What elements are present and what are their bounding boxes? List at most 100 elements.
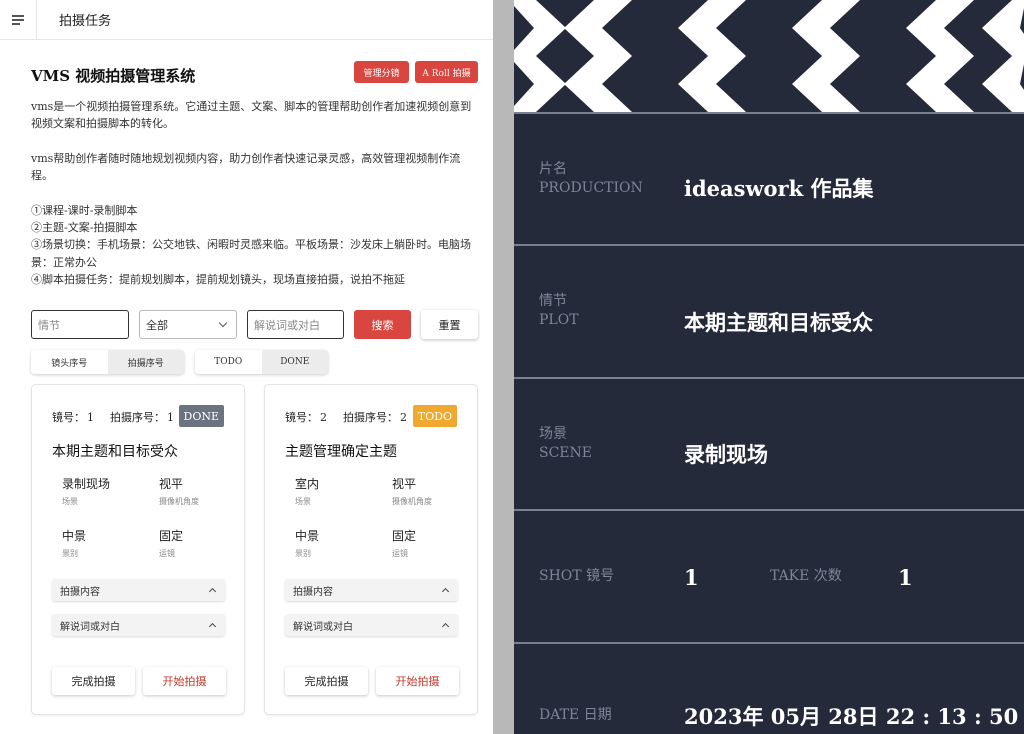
accordion-label: 解说词或对白 [293, 621, 353, 633]
shot-number: 1 [87, 411, 94, 424]
plot-label: 情节 PLOT [539, 292, 579, 330]
shot-size-field: 中景 景别 [295, 527, 375, 559]
slate-divider [514, 642, 1024, 644]
status-select[interactable]: 全部 [139, 310, 237, 339]
shot-label: SHOT 镜号 [539, 568, 615, 584]
system-description: vms是一个视频拍摄管理系统。它通过主题、文案、脚本的管理帮助创作者加速视频创意… [31, 98, 479, 289]
description-list-item: ①课程-课时-录制脚本 [31, 203, 138, 217]
shooting-order: 1 [167, 411, 174, 424]
camera-angle-label: 摄像机角度 [392, 497, 432, 506]
plot-filter-input[interactable]: 情节 [31, 310, 129, 339]
camera-move-value: 固定 [159, 529, 184, 543]
chevron-up-icon [208, 622, 217, 631]
scene-field: 录制现场 场景 [62, 475, 142, 507]
slate-divider [514, 509, 1024, 511]
slate-divider [514, 112, 1024, 114]
narration-filter-input[interactable]: 解说词或对白 [247, 310, 344, 339]
accordion-label: 解说词或对白 [60, 621, 120, 633]
shooting-order-label: 拍摄序号： [110, 411, 165, 424]
scene-field: 室内 场景 [295, 475, 375, 507]
plot-value: 本期主题和目标受众 [684, 310, 873, 335]
shot-size-label: 景别 [62, 549, 78, 558]
description-list-item: ④脚本拍摄任务：提前规划脚本，提前规划镜头，现场直接拍摄，说拍不拖延 [31, 273, 405, 287]
app-title: VMS 视频拍摄管理系统 [31, 67, 196, 85]
search-button[interactable]: 搜索 [354, 310, 411, 339]
chevron-up-icon [441, 622, 450, 631]
camera-angle-field: 视平 摄像机角度 [392, 475, 472, 507]
start-shoot-button[interactable]: 开始拍摄 [376, 667, 459, 695]
panel-divider[interactable] [493, 0, 514, 734]
narration-accordion[interactable]: 解说词或对白 [285, 614, 458, 636]
status-badge: DONE [178, 405, 224, 427]
take-value: 1 [898, 565, 913, 590]
scene-value: 室内 [295, 477, 320, 491]
chevron-up-icon [208, 587, 217, 596]
sort-by-shot-number[interactable]: 镜头序号 [31, 350, 108, 374]
shot-title: 本期主题和目标受众 [52, 444, 178, 460]
status-select-value: 全部 [146, 318, 168, 332]
camera-angle-label: 摄像机角度 [159, 497, 199, 506]
main-content: VMS 视频拍摄管理系统 管理分镜 A Roll 拍摄 vms是一个视频拍摄管理… [31, 40, 479, 715]
complete-shoot-button[interactable]: 完成拍摄 [52, 667, 135, 695]
scene-label-cn: 场景 [539, 426, 567, 442]
top-bar: 拍摄任务 [0, 0, 493, 40]
slate-divider [514, 377, 1024, 379]
description-paragraph: vms是一个视频拍摄管理系统。它通过主题、文案、脚本的管理帮助创作者加速视频创意… [31, 100, 472, 131]
menu-toggle-button[interactable] [0, 0, 37, 40]
camera-angle-field: 视平 摄像机角度 [159, 475, 239, 507]
scene-label: 场景 [295, 497, 311, 506]
shot-number: 2 [320, 411, 327, 424]
camera-angle-value: 视平 [392, 477, 417, 491]
shot-content-accordion[interactable]: 拍摄内容 [52, 579, 225, 601]
status-done-tab[interactable]: DONE [261, 350, 328, 374]
plot-label-en: PLOT [539, 312, 579, 328]
scene-value: 录制现场 [62, 477, 111, 491]
production-label: 片名 PRODUCTION [539, 160, 643, 198]
shot-size-label: 景别 [295, 549, 311, 558]
description-paragraph: vms帮助创作者随时随地规划视频内容，助力创作者快速记录灵感，高效管理视频制作流… [31, 151, 461, 183]
scene-value: 录制现场 [684, 442, 768, 467]
scene-label: 场景 SCENE [539, 425, 592, 463]
a-roll-shoot-button[interactable]: A Roll 拍摄 [415, 61, 478, 83]
filter-bar: 情节 全部 解说词或对白 搜索 重置 [31, 310, 479, 339]
camera-angle-value: 视平 [159, 477, 184, 491]
status-badge: TODO [412, 405, 457, 427]
manage-storyboard-button[interactable]: 管理分镜 [354, 61, 409, 83]
sort-by-shooting-order[interactable]: 拍摄序号 [107, 350, 184, 374]
accordion-label: 拍摄内容 [293, 586, 333, 598]
chevron-up-icon [441, 587, 450, 596]
plot-label-cn: 情节 [539, 293, 567, 309]
shot-size-field: 中景 景别 [62, 527, 142, 559]
page-title: 拍摄任务 [59, 14, 112, 29]
chevron-down-icon [218, 318, 228, 328]
clapper-stripes [514, 0, 1024, 112]
camera-move-label: 运镜 [159, 549, 175, 558]
start-shoot-button[interactable]: 开始拍摄 [143, 667, 226, 695]
production-value: ideaswork 作品集 [684, 176, 874, 201]
shot-number-label: 镜号： [285, 411, 318, 424]
reset-button[interactable]: 重置 [421, 310, 478, 339]
status-todo-tab[interactable]: TODO [195, 350, 262, 374]
shooting-tasks-panel: 拍摄任务 VMS 视频拍摄管理系统 管理分镜 A Roll 拍摄 vms是一个视… [0, 0, 493, 734]
shot-meta: 镜号： 2 拍摄序号： 2 [285, 409, 409, 425]
production-label-en: PRODUCTION [539, 180, 643, 196]
production-label-cn: 片名 [539, 161, 567, 177]
shot-meta: 镜号： 1 拍摄序号： 1 [52, 409, 176, 425]
camera-move-field: 固定 运镜 [159, 527, 239, 559]
complete-shoot-button[interactable]: 完成拍摄 [285, 667, 368, 695]
shooting-order-label: 拍摄序号： [343, 411, 398, 424]
sort-order-toggle: 镜头序号 拍摄序号 [31, 350, 184, 374]
shot-title: 主题管理确定主题 [285, 444, 397, 460]
take-label: TAKE 次数 [770, 568, 842, 584]
shooting-order: 2 [400, 411, 407, 424]
shot-size-value: 中景 [62, 529, 87, 543]
shot-card: 镜号： 2 拍摄序号： 2 TODO 主题管理确定主题 室内 场景 视平 摄像机角度 中… [264, 384, 478, 715]
scene-label: 场景 [62, 497, 78, 506]
camera-move-value: 固定 [392, 529, 417, 543]
shot-card: 镜号： 1 拍摄序号： 1 DONE 本期主题和目标受众 录制现场场景 视平摄像机角… [31, 384, 245, 715]
narration-accordion[interactable]: 解说词或对白 [52, 614, 225, 636]
status-toggle: TODO DONE [195, 350, 328, 374]
shot-content-accordion[interactable]: 拍摄内容 [285, 579, 458, 601]
date-label: DATE 日期 [539, 707, 612, 723]
shot-value: 1 [684, 565, 699, 590]
